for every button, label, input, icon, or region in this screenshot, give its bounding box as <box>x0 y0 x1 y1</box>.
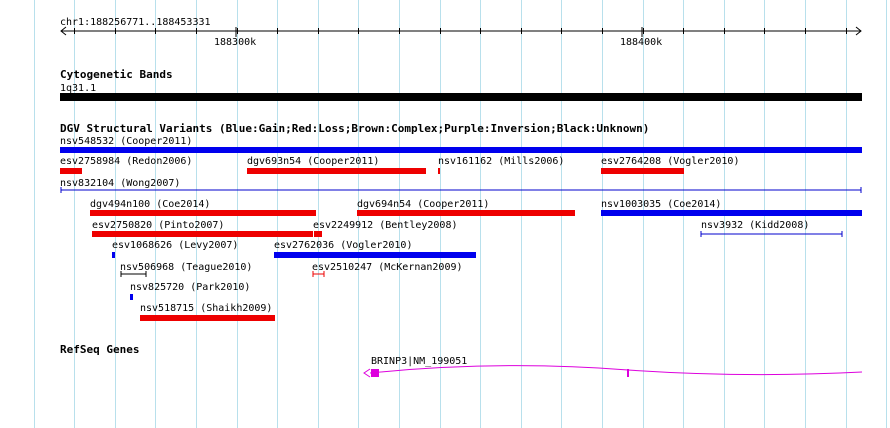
cytoband-track: Cytogenetic Bands 1q31.1 <box>60 68 862 101</box>
ruler-tick-label: 188300k <box>214 37 256 48</box>
variant-label: esv2750820 (Pinto2007) <box>92 220 224 231</box>
variant-gain-bar[interactable] <box>130 294 133 300</box>
gene-exon <box>627 369 629 377</box>
variant-label: dgv694n54 (Cooper2011) <box>357 199 489 210</box>
refseq-track-title: RefSeq Genes <box>60 343 139 356</box>
variant-label: nsv518715 (Shaikh2009) <box>140 303 272 314</box>
variant-loss-bar[interactable] <box>314 231 322 237</box>
variant-gain-bar[interactable] <box>274 252 476 258</box>
variant-label: nsv832104 (Wong2007) <box>60 178 180 189</box>
variant-label: nsv825720 (Park2010) <box>130 282 250 293</box>
variant-gain-bar[interactable] <box>601 210 862 216</box>
variant-label: nsv3932 (Kidd2008) <box>701 220 809 231</box>
variant-label: esv2758984 (Redon2006) <box>60 156 192 167</box>
variant-label: nsv548532 (Cooper2011) <box>60 136 192 147</box>
variant-label: nsv161162 (Mills2006) <box>438 156 564 167</box>
variant-label: esv2249912 (Bentley2008) <box>313 220 458 231</box>
cytoband-bar[interactable] <box>60 93 862 101</box>
gene-intron-line <box>369 365 863 376</box>
variant-label: nsv1003035 (Coe2014) <box>601 199 721 210</box>
variant-loss-bar[interactable] <box>247 168 426 174</box>
variant-label: dgv494n100 (Coe2014) <box>90 199 210 210</box>
variant-label: esv2764208 (Vogler2010) <box>601 156 739 167</box>
dgv-track-title: DGV Structural Variants (Blue:Gain;Red:L… <box>60 122 649 135</box>
variant-loss-bar[interactable] <box>60 168 82 174</box>
variant-label: esv1068626 (Levy2007) <box>112 240 238 251</box>
range-label: chr1:188256771..188453331 <box>60 17 211 28</box>
variant-label: esv2762036 (Vogler2010) <box>274 240 412 251</box>
cytoband-track-title: Cytogenetic Bands <box>60 68 173 81</box>
variant-loss-bar[interactable] <box>601 168 684 174</box>
gene-exon <box>371 369 379 377</box>
variant-gain-bar[interactable] <box>60 147 862 153</box>
variant-loss-bar[interactable] <box>90 210 316 216</box>
variant-loss-bar[interactable] <box>92 231 313 237</box>
gene-strand-arrow <box>363 368 371 378</box>
variant-label: dgv693n54 (Cooper2011) <box>247 156 379 167</box>
ruler: chr1:188256771..188453331 188300k 188400… <box>60 17 862 48</box>
variant-loss-bar[interactable] <box>140 315 275 321</box>
gene-label: BRINP3|NM_199051 <box>371 356 467 367</box>
ruler-tick-label: 188400k <box>620 37 662 48</box>
genome-browser-canvas: chr1:188256771..188453331 188300k 188400… <box>34 0 887 428</box>
genome-browser: chr1:188256771..188453331 188300k 188400… <box>0 0 890 428</box>
variant-loss-bar[interactable] <box>438 168 440 174</box>
variant-label: nsv506968 (Teague2010) <box>120 262 252 273</box>
variant-gain-bar[interactable] <box>112 252 115 258</box>
variant-loss-bar[interactable] <box>357 210 575 216</box>
refseq-track: RefSeq Genes BRINP3|NM_199051 <box>60 343 863 378</box>
dgv-track: DGV Structural Variants (Blue:Gain;Red:L… <box>60 122 862 321</box>
variant-label: esv2510247 (McKernan2009) <box>312 262 463 273</box>
cytoband-label: 1q31.1 <box>60 83 96 94</box>
gene-model[interactable] <box>363 365 863 378</box>
